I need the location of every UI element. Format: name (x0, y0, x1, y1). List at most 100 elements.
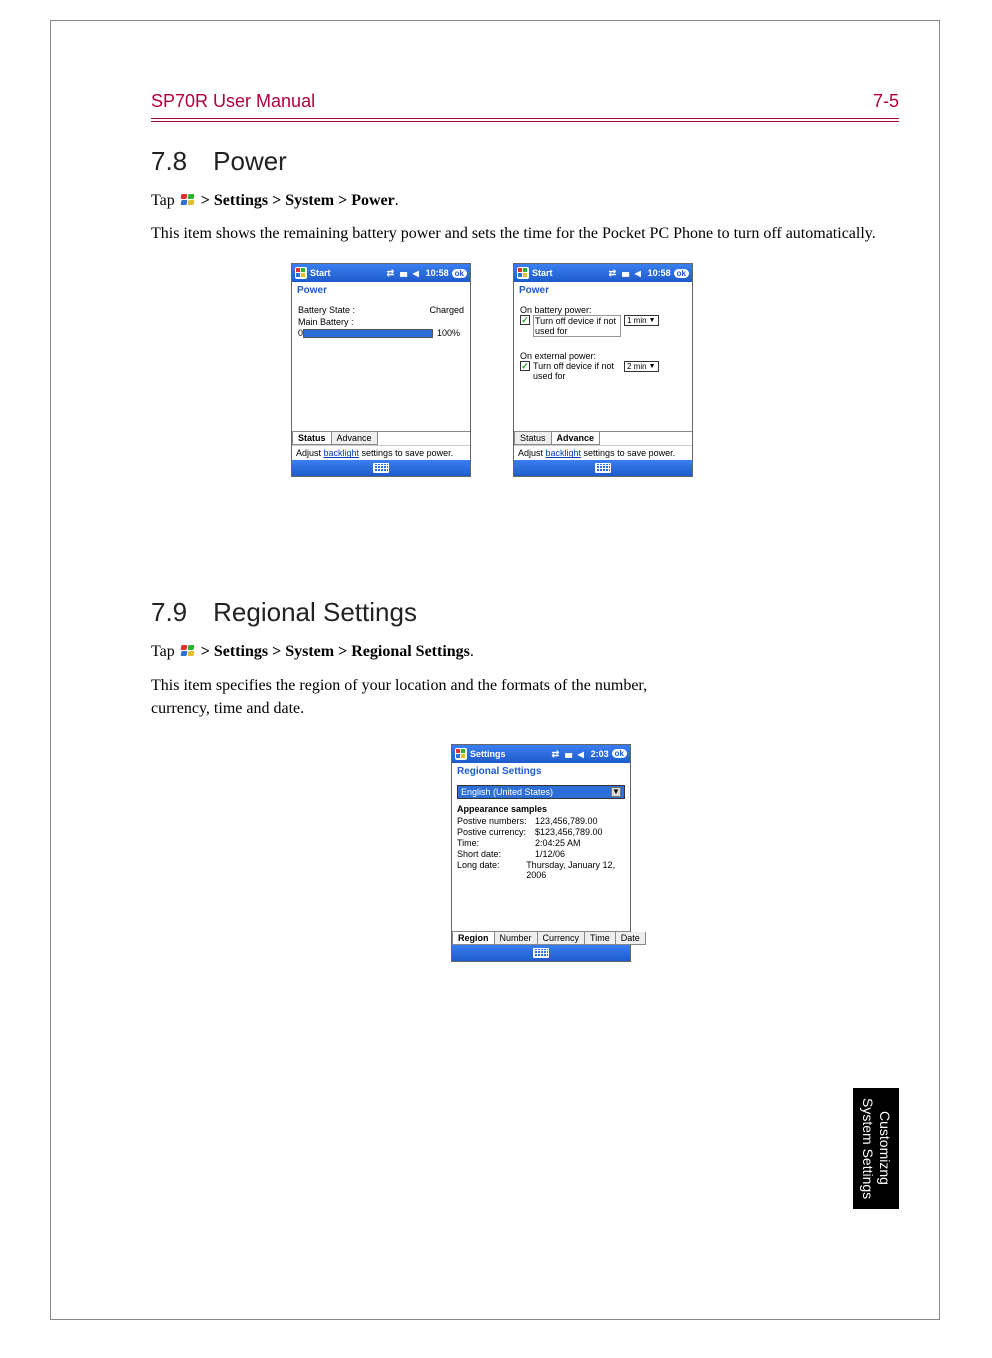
tab-number[interactable]: Number (494, 932, 538, 945)
sound-icon[interactable] (413, 268, 423, 278)
screen-subtitle: Power (292, 282, 470, 301)
title-text: Start (532, 268, 609, 278)
sample-label: Postive currency: (457, 827, 535, 837)
tab-advance[interactable]: Advance (331, 432, 378, 445)
status-icons: 2:03 ok (552, 749, 627, 759)
block-header: On external power: (520, 351, 686, 361)
tabs: Status Advance (292, 431, 470, 445)
sample-value: $123,456,789.00 (535, 827, 603, 837)
screen-content: Battery State : Charged Main Battery : 0… (292, 301, 470, 431)
tab-currency[interactable]: Currency (537, 932, 586, 945)
screenshots-row: Start 10:58 ok Power Battery State : Cha… (291, 263, 899, 477)
battery-progress-bar (303, 329, 433, 338)
nav-path: > Settings > System > Power (201, 192, 395, 209)
keyboard-icon[interactable] (373, 463, 389, 473)
ok-button[interactable]: ok (674, 269, 689, 278)
tab-advance[interactable]: Advance (551, 432, 601, 445)
ok-button[interactable]: ok (612, 749, 627, 758)
title-text: Start (310, 268, 387, 278)
side-tab-text: Customizng System Settings (860, 1098, 893, 1199)
sample-label: Time: (457, 838, 535, 848)
external-timeout-dropdown[interactable]: 2 min ▼ (624, 361, 659, 372)
tap-suffix: . (395, 192, 399, 209)
instruction-power: Tap > Settings > System > Power. (151, 189, 899, 212)
screen-content: On battery power: ✓ Turn off device if n… (514, 301, 692, 431)
manual-title: SP70R User Manual (151, 91, 315, 112)
description-power: This item shows the remaining battery po… (151, 222, 899, 245)
region-value: English (United States) (461, 787, 553, 797)
sample-value: 1/12/06 (535, 849, 565, 859)
sync-icon[interactable] (552, 749, 562, 759)
titlebar[interactable]: Start 10:58 ok (514, 264, 692, 282)
backlight-link[interactable]: backlight (546, 448, 582, 458)
titlebar[interactable]: Start 10:58 ok (292, 264, 470, 282)
main-battery-label: Main Battery : (298, 317, 464, 327)
hint-text: Adjust backlight settings to save power. (292, 445, 470, 460)
battery-pct: 100% (437, 328, 460, 338)
status-icons: 10:58 ok (387, 268, 467, 278)
sound-icon[interactable] (578, 749, 588, 759)
tabs: Region Number Currency Time Date (452, 931, 630, 945)
sync-icon[interactable] (387, 268, 397, 278)
titlebar[interactable]: Settings 2:03 ok (452, 745, 630, 763)
sample-value: Thursday, January 12, 2006 (526, 860, 625, 880)
clock: 10:58 (648, 268, 671, 278)
sample-label: Long date: (457, 860, 526, 880)
dropdown-value: 1 min (627, 316, 647, 325)
block-header: On battery power: (520, 305, 686, 315)
samples-header: Appearance samples (452, 804, 630, 816)
instruction-regional: Tap > Settings > System > Regional Setti… (151, 640, 899, 663)
title-text: Settings (470, 749, 552, 759)
battery-timeout-dropdown[interactable]: 1 min ▼ (624, 315, 659, 326)
page-header: SP70R User Manual 7-5 (151, 91, 899, 118)
tap-suffix: . (470, 643, 474, 660)
header-rule (151, 118, 899, 122)
start-menu-icon[interactable] (455, 748, 467, 760)
hint-pre: Adjust (518, 448, 546, 458)
ok-button[interactable]: ok (452, 269, 467, 278)
region-dropdown[interactable]: English (United States) ▼ (457, 785, 625, 799)
tab-status[interactable]: Status (292, 432, 332, 445)
sample-label: Postive numbers: (457, 816, 535, 826)
start-flag-icon (180, 644, 196, 658)
dropdown-value: 2 min (627, 362, 647, 371)
hint-text: Adjust backlight settings to save power. (514, 445, 692, 460)
page-number: 7-5 (873, 91, 899, 112)
signal-icon[interactable] (400, 268, 410, 278)
keyboard-icon[interactable] (533, 948, 549, 958)
battery-state-value: Charged (429, 305, 464, 315)
section-heading-regional: 7.9 Regional Settings (151, 597, 899, 628)
screenshot-wrapper: Settings 2:03 ok Regional Settings Engli… (451, 744, 899, 962)
external-checkbox[interactable]: ✓ (520, 361, 530, 371)
sample-value: 2:04:25 AM (535, 838, 581, 848)
manual-page: SP70R User Manual 7-5 7.8 Power Tap > Se… (50, 20, 940, 1320)
battery-chk-label: Turn off device if not used for (533, 315, 621, 337)
start-menu-icon[interactable] (295, 267, 307, 279)
start-menu-icon[interactable] (517, 267, 529, 279)
clock: 10:58 (426, 268, 449, 278)
soft-key-bar (292, 460, 470, 476)
tap-prefix: Tap (151, 643, 179, 660)
chevron-down-icon: ▼ (611, 787, 621, 797)
tab-region[interactable]: Region (452, 932, 495, 945)
soft-key-bar (514, 460, 692, 476)
battery-checkbox[interactable]: ✓ (520, 315, 530, 325)
tab-date[interactable]: Date (615, 932, 646, 945)
signal-icon[interactable] (622, 268, 632, 278)
sync-icon[interactable] (609, 268, 619, 278)
hint-post: settings to save power. (359, 448, 453, 458)
status-icons: 10:58 ok (609, 268, 689, 278)
backlight-link[interactable]: backlight (324, 448, 360, 458)
sound-icon[interactable] (635, 268, 645, 278)
start-flag-icon (180, 193, 196, 207)
chapter-side-tab: Customizng System Settings (853, 1088, 899, 1209)
signal-icon[interactable] (565, 749, 575, 759)
samples-list: Postive numbers:123,456,789.00 Postive c… (452, 816, 630, 881)
keyboard-icon[interactable] (595, 463, 611, 473)
tab-time[interactable]: Time (584, 932, 616, 945)
tap-prefix: Tap (151, 192, 179, 209)
battery-state-label: Battery State : (298, 305, 355, 315)
screenshot-power-advance: Start 10:58 ok Power On battery power: ✓… (513, 263, 693, 477)
tab-status[interactable]: Status (514, 432, 552, 445)
hint-post: settings to save power. (581, 448, 675, 458)
